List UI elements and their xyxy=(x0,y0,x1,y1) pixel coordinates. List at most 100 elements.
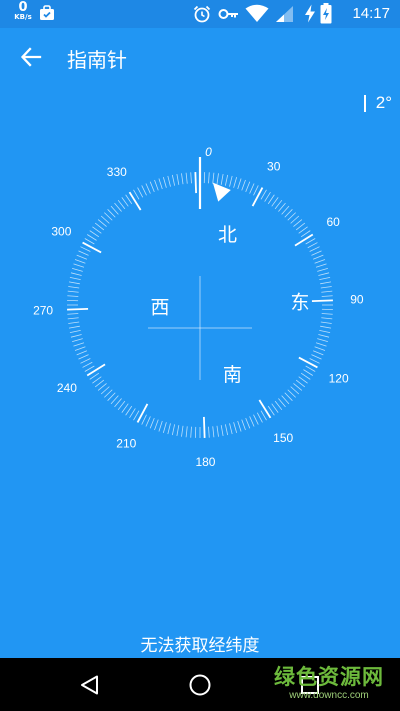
cardinal-label-90: 东 xyxy=(290,292,309,314)
compass-minor-tick xyxy=(158,178,163,190)
nav-home-button[interactable] xyxy=(181,666,219,704)
compass-screen: 0 KB/s 14:17 指南针 2° 0 30 60 90 120 150 1… xyxy=(0,0,400,711)
compass-minor-tick xyxy=(241,179,246,191)
compass-minor-tick xyxy=(274,199,283,210)
degree-label-120: 120 xyxy=(329,372,349,386)
compass-minor-tick xyxy=(212,172,215,184)
compass-minor-tick xyxy=(72,338,83,343)
compass-minor-tick xyxy=(300,230,311,238)
compass-minor-tick xyxy=(68,286,80,289)
compass-cardinals: 北东南 西 xyxy=(151,224,310,386)
compass-minor-tick xyxy=(86,234,97,241)
compass-minor-tick xyxy=(167,423,171,435)
compass-minor-tick xyxy=(216,425,219,437)
compass-minor-tick xyxy=(278,398,286,408)
compass-minor-tick xyxy=(315,263,327,268)
compass-minor-tick xyxy=(320,321,332,324)
compass-minor-tick xyxy=(185,172,188,184)
compass-minor-tick xyxy=(137,187,144,198)
compass-minor-tick xyxy=(224,174,229,186)
compass-minor-tick xyxy=(181,425,184,437)
compass-minor-tick xyxy=(290,215,300,224)
compass-minor-tick xyxy=(68,281,80,285)
compass-minor-tick xyxy=(281,395,290,405)
compass-minor-tick xyxy=(76,254,88,260)
compass-minor-tick xyxy=(298,376,308,384)
compass-minor-tick xyxy=(287,389,296,398)
compass-minor-tick xyxy=(267,405,275,416)
compass-minor-tick xyxy=(309,246,320,252)
compass-minor-tick xyxy=(149,417,155,429)
navigation-bar xyxy=(0,658,400,711)
compass-minor-tick xyxy=(68,321,80,324)
compass-minor-tick xyxy=(267,194,275,205)
compass-minor-tick xyxy=(190,172,192,184)
nav-back-button[interactable] xyxy=(71,666,109,704)
compass-minor-tick xyxy=(185,426,188,438)
compass-minor-tick xyxy=(67,290,79,293)
cardinal-label-180: 南 xyxy=(223,364,242,386)
compass-major-tick xyxy=(128,191,142,211)
compass-minor-tick xyxy=(110,395,119,405)
compass-minor-tick xyxy=(305,238,316,245)
compass-minor-tick xyxy=(253,414,259,425)
nav-recents-button[interactable] xyxy=(291,666,329,704)
compass-minor-tick xyxy=(97,383,107,391)
compass-minor-tick xyxy=(84,238,95,245)
compass-minor-tick xyxy=(167,175,171,187)
compass-minor-tick xyxy=(73,342,85,347)
compass-minor-tick xyxy=(133,189,140,200)
compass-minor-tick xyxy=(309,358,320,364)
compass-minor-tick xyxy=(171,424,176,436)
compass-minor-tick xyxy=(176,173,180,185)
compass-degree-labels: 0 30 60 90 120 150 180 210 240 270 300 330 xyxy=(33,145,364,469)
compass-minor-tick xyxy=(274,400,283,411)
compass-minor-tick xyxy=(284,392,293,401)
compass-minor-tick xyxy=(68,325,80,329)
compass-minor-tick xyxy=(300,372,311,380)
compass-minor-tick xyxy=(78,354,89,360)
compass-minor-tick xyxy=(287,212,296,221)
compass-minor-tick xyxy=(271,197,279,207)
compass-minor-tick xyxy=(82,361,93,368)
compass-minor-tick xyxy=(125,194,133,205)
compass-minor-tick xyxy=(117,199,126,210)
compass-minor-tick xyxy=(67,295,79,297)
compass-minor-tick xyxy=(314,346,326,351)
compass-minor-tick xyxy=(74,259,86,264)
compass-minor-tick xyxy=(264,191,271,202)
compass-minor-tick xyxy=(321,313,333,315)
compass-minor-tick xyxy=(315,342,327,347)
degree-label-180: 180 xyxy=(195,455,215,469)
compass-minor-tick xyxy=(319,276,331,281)
compass-major-tick xyxy=(82,241,102,254)
compass-minor-tick xyxy=(141,414,147,425)
compass-minor-tick xyxy=(260,410,267,421)
compass-minor-tick xyxy=(241,419,246,431)
compass-minor-tick xyxy=(321,295,333,297)
compass-minor-tick xyxy=(293,383,303,391)
compass-minor-tick xyxy=(237,420,242,432)
compass-minor-tick xyxy=(220,173,224,185)
compass-minor-tick xyxy=(320,325,332,329)
compass-minor-tick xyxy=(312,350,324,356)
compass-minor-tick xyxy=(154,179,159,191)
compass-minor-tick xyxy=(114,398,122,408)
nav-recents-icon xyxy=(301,676,319,694)
compass-minor-tick xyxy=(245,417,251,429)
compass-major-tick xyxy=(298,356,318,369)
degree-label-270: 270 xyxy=(33,303,53,317)
compass-minor-tick xyxy=(320,286,332,289)
compass-minor-tick xyxy=(141,185,147,196)
compass-minor-tick xyxy=(70,272,82,276)
compass-minor-tick xyxy=(125,405,133,416)
compass-minor-tick xyxy=(107,209,116,218)
compass-minor-tick xyxy=(305,365,316,372)
compass-major-tick xyxy=(136,403,149,423)
compass-minor-tick xyxy=(104,389,113,398)
compass-minor-tick xyxy=(271,403,279,413)
compass-minor-tick xyxy=(67,317,79,320)
compass-major-tick xyxy=(203,416,206,438)
compass-minor-tick xyxy=(80,246,91,252)
compass-minor-tick xyxy=(154,419,159,431)
